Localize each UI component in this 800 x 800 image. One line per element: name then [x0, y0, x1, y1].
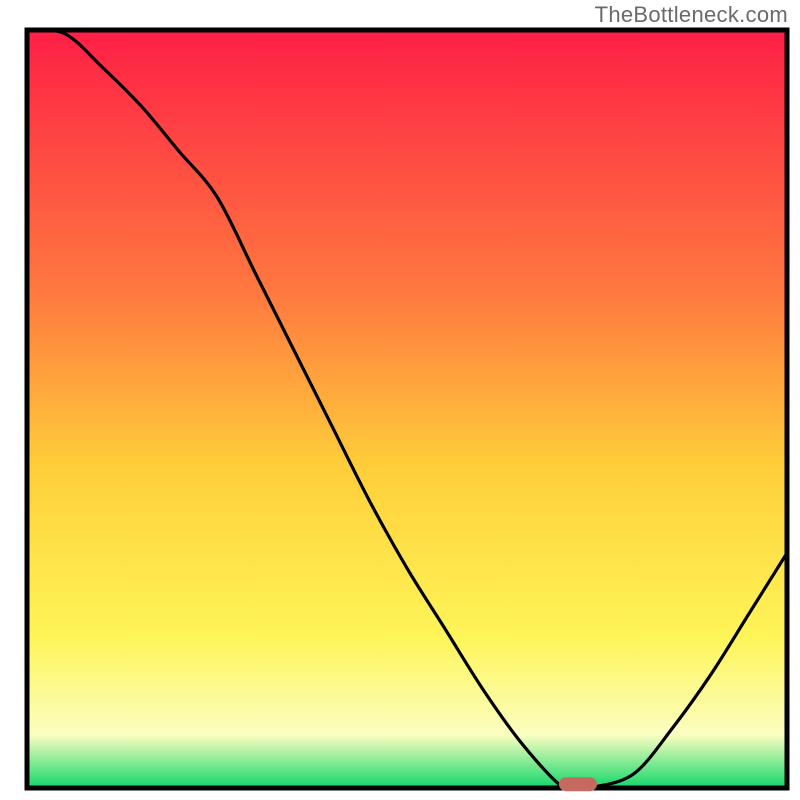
- gradient-background: [27, 30, 787, 788]
- chart-stage: TheBottleneck.com: [0, 0, 800, 800]
- optimum-marker: [559, 777, 597, 791]
- bottleneck-chart: [0, 0, 800, 800]
- site-watermark: TheBottleneck.com: [595, 2, 788, 28]
